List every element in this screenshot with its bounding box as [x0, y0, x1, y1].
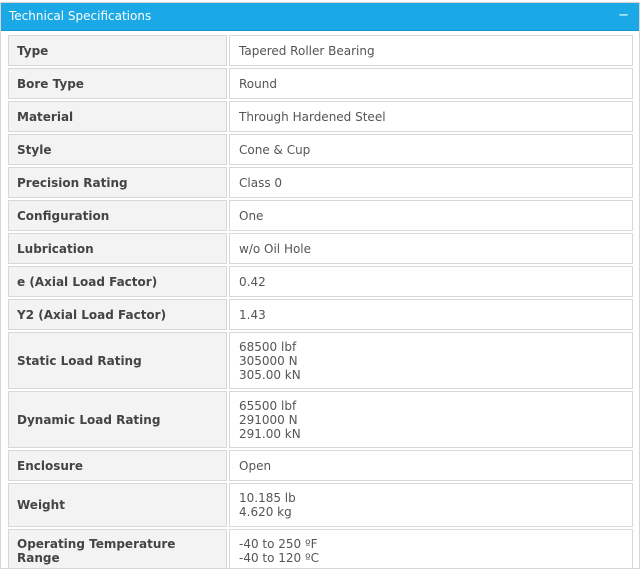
spec-row: Static Load Rating 68500 lbf 305000 N 305.0… — [8, 332, 633, 389]
spec-value-line: 10.185 lb — [239, 491, 296, 505]
spec-row: Weight 10.185 lb 4.620 kg — [8, 483, 633, 527]
spec-value: Class 0 — [229, 167, 633, 198]
spec-value: 68500 lbf 305000 N 305.00 kN — [229, 332, 633, 389]
spec-value: 10.185 lb 4.620 kg — [229, 483, 633, 527]
spec-row: Type Tapered Roller Bearing — [8, 35, 633, 66]
spec-table: Type Tapered Roller Bearing Bore Type Round… — [6, 33, 635, 568]
spec-row: e (Axial Load Factor) 0.42 — [8, 266, 633, 297]
spec-value: Tapered Roller Bearing — [229, 35, 633, 66]
spec-label: e (Axial Load Factor) — [8, 266, 227, 297]
spec-value-line: Cone & Cup — [239, 142, 311, 157]
spec-value-line: 1.43 — [239, 307, 266, 322]
minus-icon[interactable]: − — [618, 3, 629, 28]
spec-label: Static Load Rating — [8, 332, 227, 389]
spec-row: Configuration One — [8, 200, 633, 231]
spec-value-line: -40 to 120 ºC — [239, 551, 320, 565]
spec-label: Lubrication — [8, 233, 227, 264]
spec-value-line: Through Hardened Steel — [239, 109, 386, 124]
spec-row: Operating Temperature Range -40 to 250 ºF… — [8, 529, 633, 568]
spec-label: Style — [8, 134, 227, 165]
spec-value: -40 to 250 ºF -40 to 120 ºC — [229, 529, 633, 568]
spec-value: Cone & Cup — [229, 134, 633, 165]
spec-value-line: 68500 lbf — [239, 339, 297, 354]
spec-value-line: 4.620 kg — [239, 505, 292, 519]
spec-label: Bore Type — [8, 68, 227, 99]
spec-value-line: Tapered Roller Bearing — [239, 43, 375, 58]
spec-value-line: Class 0 — [239, 175, 283, 190]
spec-value: 65500 lbf 291000 N 291.00 kN — [229, 391, 633, 448]
spec-row: Style Cone & Cup — [8, 134, 633, 165]
spec-value-line: 291000 N — [239, 412, 298, 427]
spec-label: Y2 (Axial Load Factor) — [8, 299, 227, 330]
spec-value-line: w/o Oil Hole — [239, 241, 312, 256]
spec-label: Operating Temperature Range — [8, 529, 227, 568]
spec-label: Type — [8, 35, 227, 66]
spec-row: Precision Rating Class 0 — [8, 167, 633, 198]
spec-value-line: 305000 N — [239, 353, 298, 368]
spec-label: Weight — [8, 483, 227, 527]
spec-label: Material — [8, 101, 227, 132]
spec-row: Lubrication w/o Oil Hole — [8, 233, 633, 264]
spec-value-line: Open — [239, 458, 272, 473]
spec-value-line: Round — [239, 76, 277, 91]
spec-value-line: 65500 lbf — [239, 398, 297, 413]
spec-row: Material Through Hardened Steel — [8, 101, 633, 132]
spec-value: w/o Oil Hole — [229, 233, 633, 264]
spec-label: Precision Rating — [8, 167, 227, 198]
technical-specifications-panel: Technical Specifications − Type Tapered R… — [0, 2, 640, 569]
spec-row: Dynamic Load Rating 65500 lbf 291000 N 291.… — [8, 391, 633, 448]
spec-value-line: -40 to 250 ºF — [239, 537, 318, 551]
spec-label: Enclosure — [8, 450, 227, 481]
spec-value: 0.42 — [229, 266, 633, 297]
spec-value: 1.43 — [229, 299, 633, 330]
spec-label: Configuration — [8, 200, 227, 231]
spec-row: Enclosure Open — [8, 450, 633, 481]
spec-value: One — [229, 200, 633, 231]
spec-value-line: 305.00 kN — [239, 367, 301, 382]
spec-value-line: One — [239, 208, 264, 223]
spec-row: Bore Type Round — [8, 68, 633, 99]
spec-value: Round — [229, 68, 633, 99]
panel-title: Technical Specifications — [9, 9, 152, 23]
panel-header[interactable]: Technical Specifications − — [1, 3, 639, 31]
spec-value-line: 291.00 kN — [239, 426, 301, 441]
spec-value-line: 0.42 — [239, 274, 266, 289]
spec-value: Open — [229, 450, 633, 481]
spec-row: Y2 (Axial Load Factor) 1.43 — [8, 299, 633, 330]
spec-label: Dynamic Load Rating — [8, 391, 227, 448]
spec-value: Through Hardened Steel — [229, 101, 633, 132]
